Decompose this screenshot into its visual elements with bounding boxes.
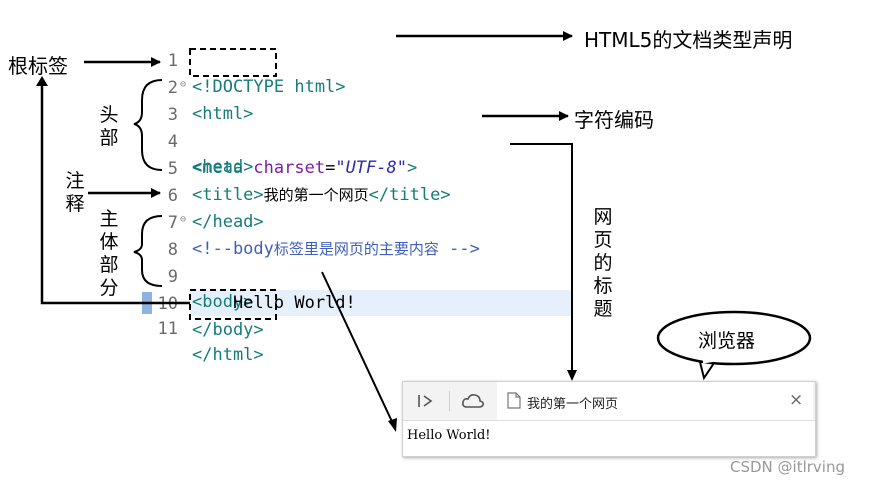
hello-line — [321, 271, 396, 429]
tabbar-divider — [449, 391, 450, 411]
tab-title: 我的第一个网页 — [527, 397, 619, 412]
cloud-icon[interactable] — [461, 392, 485, 410]
html-open-dashed-box — [189, 48, 277, 77]
page-title-label: 网页的标题 — [593, 206, 613, 320]
watermark: CSDN @itlrving — [730, 458, 845, 476]
browser-content: Hello World! — [407, 428, 491, 443]
title-line — [510, 143, 573, 378]
page-icon — [507, 392, 521, 409]
body-bracket — [133, 215, 163, 287]
encoding-label: 字符编码 — [574, 108, 654, 132]
hello-arrowhead — [388, 418, 397, 432]
title-arrowhead — [567, 370, 577, 381]
html-close-dashed-box — [189, 289, 277, 320]
head-part-label: 头部 — [99, 104, 119, 149]
head-bracket — [133, 79, 163, 171]
browser-tab[interactable]: 我的第一个网页 × — [497, 382, 813, 420]
browser-tabbar: 我的第一个网页 × — [403, 382, 815, 421]
browser-label: 浏览器 — [698, 330, 756, 352]
doctype-label: HTML5的文档类型声明 — [584, 28, 793, 52]
comment-label: 注释 — [65, 170, 85, 215]
browser-window: 我的第一个网页 × Hello World! — [402, 381, 816, 457]
body-part-label: 主体部分 — [99, 208, 119, 299]
tab-close-button[interactable]: × — [789, 390, 803, 410]
root-tag-label: 根标签 — [8, 54, 68, 78]
bubble-tail-cover — [702, 358, 717, 364]
sidebar-toggle-icon[interactable] — [417, 393, 435, 409]
